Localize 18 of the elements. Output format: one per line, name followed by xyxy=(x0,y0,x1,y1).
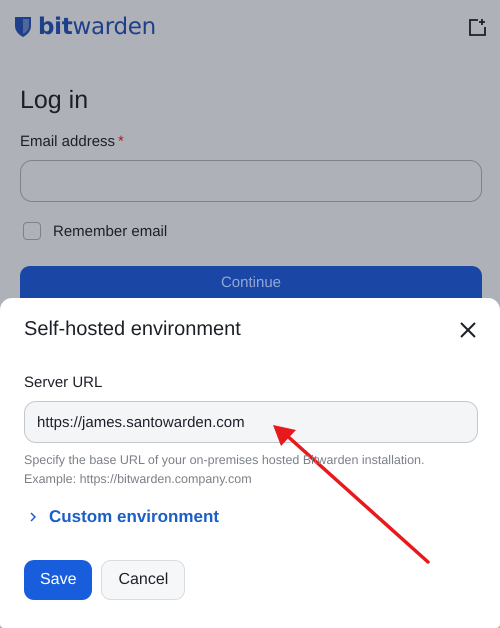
page-title: Log in xyxy=(20,86,90,115)
required-mark: * xyxy=(118,133,124,150)
checkbox-label: Remember email xyxy=(53,222,168,240)
email-field[interactable] xyxy=(20,160,482,202)
field-label: Server URL xyxy=(24,374,104,391)
shield-icon xyxy=(14,16,32,38)
chevron-icon xyxy=(30,512,37,522)
logo-text: bitwarden xyxy=(38,14,156,40)
dialog-title: Self-hosted environment xyxy=(24,318,241,341)
custom-environment-toggle[interactable]: Custom environment xyxy=(30,507,478,527)
close-button[interactable] xyxy=(458,320,478,340)
cancel-button[interactable]: Cancel xyxy=(101,560,186,600)
field-label: Email address xyxy=(20,133,116,150)
pop-out-icon[interactable] xyxy=(468,18,486,36)
save-button[interactable]: Save xyxy=(24,560,92,600)
close-icon xyxy=(460,322,476,338)
server-url-field[interactable]: https://james.santowarden.com xyxy=(24,401,478,443)
checkbox[interactable] xyxy=(23,222,41,240)
